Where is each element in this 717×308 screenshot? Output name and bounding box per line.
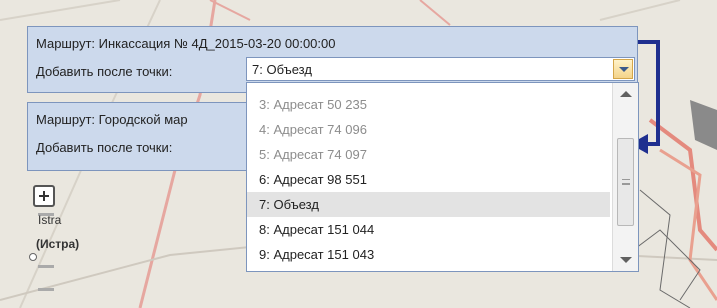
- zoom-in-button[interactable]: [33, 185, 55, 207]
- place-label-istra: Istra: [38, 213, 62, 227]
- point-dropdown-list[interactable]: 3: Адресат 50 235 4: Адресат 74 096 5: Адр…: [246, 82, 639, 272]
- dropdown-option[interactable]: 3: Адресат 50 235: [247, 92, 610, 117]
- dropdown-option[interactable]: 8: Адресат 151 044: [247, 217, 610, 242]
- add-after-label: Добавить после точки:: [36, 140, 173, 155]
- zoom-scale-tick: [38, 265, 54, 268]
- dropdown-scrollbar[interactable]: [612, 83, 638, 271]
- point-select[interactable]: 7: Объезд: [246, 57, 635, 81]
- place-label-istra-ru: (Истра): [36, 237, 80, 251]
- scroll-up-icon[interactable]: [613, 83, 638, 105]
- add-after-label: Добавить после точки:: [36, 64, 173, 79]
- selected-point-value: 7: Объезд: [252, 62, 312, 77]
- grip-icon: [622, 179, 630, 185]
- dropdown-option[interactable]: 6: Адресат 98 551: [247, 167, 610, 192]
- dropdown-option[interactable]: 4: Адресат 74 096: [247, 117, 610, 142]
- zoom-slider-knob[interactable]: [29, 253, 37, 261]
- route-label: Маршрут: Городской мар: [36, 112, 188, 127]
- scroll-down-icon[interactable]: [613, 249, 638, 271]
- zoom-scale-tick: [38, 288, 54, 291]
- scroll-thumb[interactable]: [617, 138, 634, 226]
- route-label: Маршрут: Инкассация № 4Д_2015-03-20 00:0…: [36, 36, 336, 51]
- dropdown-option[interactable]: 7: Объезд: [247, 192, 610, 217]
- dropdown-option[interactable]: 9: Адресат 151 043: [247, 242, 610, 267]
- dropdown-option[interactable]: 5: Адресат 74 097: [247, 142, 610, 167]
- chevron-down-icon[interactable]: [613, 59, 633, 79]
